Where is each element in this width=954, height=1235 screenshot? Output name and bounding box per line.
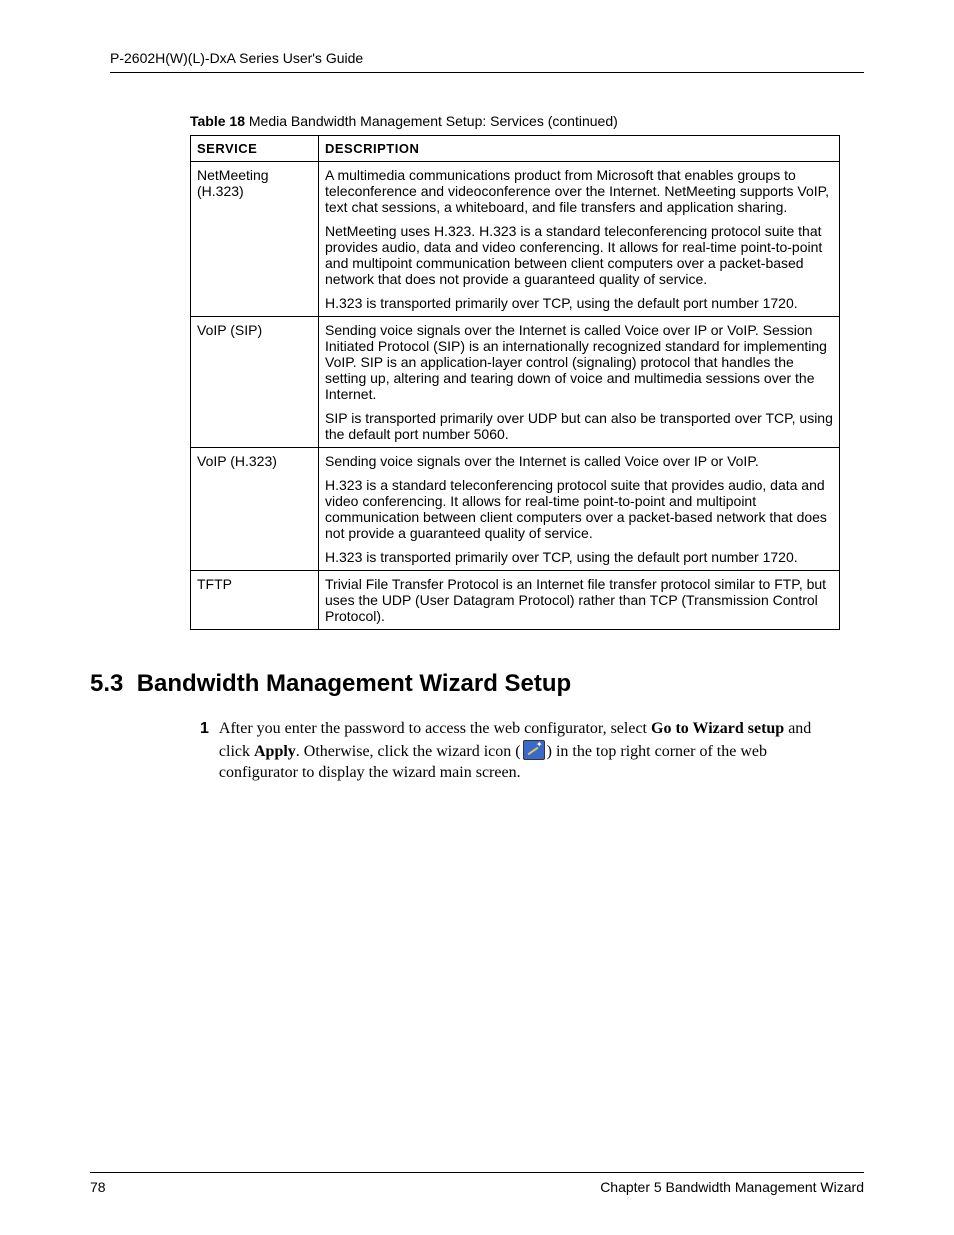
step-text: After you enter the password to access t… [219, 718, 840, 784]
bold-apply: Apply [254, 743, 296, 760]
table-label: Table 18 [190, 113, 245, 129]
description-cell: Sending voice signals over the Internet … [319, 448, 840, 571]
description-cell: Sending voice signals over the Internet … [319, 317, 840, 448]
section-heading: 5.3 Bandwidth Management Wizard Setup [90, 670, 864, 698]
desc-para: Trivial File Transfer Protocol is an Int… [325, 576, 833, 624]
services-table: SERVICE DESCRIPTION NetMeeting (H.323) A… [190, 135, 840, 630]
table-row: VoIP (SIP) Sending voice signals over th… [191, 317, 840, 448]
page-number: 78 [90, 1179, 106, 1195]
table-row: VoIP (H.323) Sending voice signals over … [191, 448, 840, 571]
desc-para: H.323 is transported primarily over TCP,… [325, 549, 833, 565]
desc-para: H.323 is a standard teleconferencing pro… [325, 477, 833, 541]
desc-para: Sending voice signals over the Internet … [325, 322, 833, 402]
service-cell: VoIP (H.323) [191, 448, 319, 571]
section-title: Bandwidth Management Wizard Setup [137, 670, 571, 697]
step-text-seg: . Otherwise, click the wizard icon ( [296, 743, 521, 760]
chapter-label: Chapter 5 Bandwidth Management Wizard [600, 1179, 864, 1195]
description-cell: Trivial File Transfer Protocol is an Int… [319, 571, 840, 630]
step-1: 1 After you enter the password to access… [200, 718, 840, 784]
service-cell: VoIP (SIP) [191, 317, 319, 448]
desc-para: Sending voice signals over the Internet … [325, 453, 833, 469]
desc-para: H.323 is transported primarily over TCP,… [325, 295, 833, 311]
col-service: SERVICE [191, 136, 319, 162]
step-number: 1 [200, 718, 209, 740]
desc-para: NetMeeting uses H.323. H.323 is a standa… [325, 223, 833, 287]
col-description: DESCRIPTION [319, 136, 840, 162]
service-cell: NetMeeting (H.323) [191, 162, 319, 317]
wizard-icon [523, 740, 545, 760]
bold-go-to-wizard: Go to Wizard setup [651, 720, 784, 737]
table-caption: Table 18 Media Bandwidth Management Setu… [190, 113, 864, 129]
section-number: 5.3 [90, 670, 123, 697]
description-cell: A multimedia communications product from… [319, 162, 840, 317]
table-row: TFTP Trivial File Transfer Protocol is a… [191, 571, 840, 630]
table-caption-text: Media Bandwidth Management Setup: Servic… [245, 113, 618, 129]
service-cell: TFTP [191, 571, 319, 630]
desc-para: A multimedia communications product from… [325, 167, 833, 215]
table-row: NetMeeting (H.323) A multimedia communic… [191, 162, 840, 317]
step-text-seg: After you enter the password to access t… [219, 720, 651, 737]
desc-para: SIP is transported primarily over UDP bu… [325, 410, 833, 442]
page-footer: 78 Chapter 5 Bandwidth Management Wizard [90, 1172, 864, 1195]
page-header: P-2602H(W)(L)-DxA Series User's Guide [110, 50, 864, 73]
